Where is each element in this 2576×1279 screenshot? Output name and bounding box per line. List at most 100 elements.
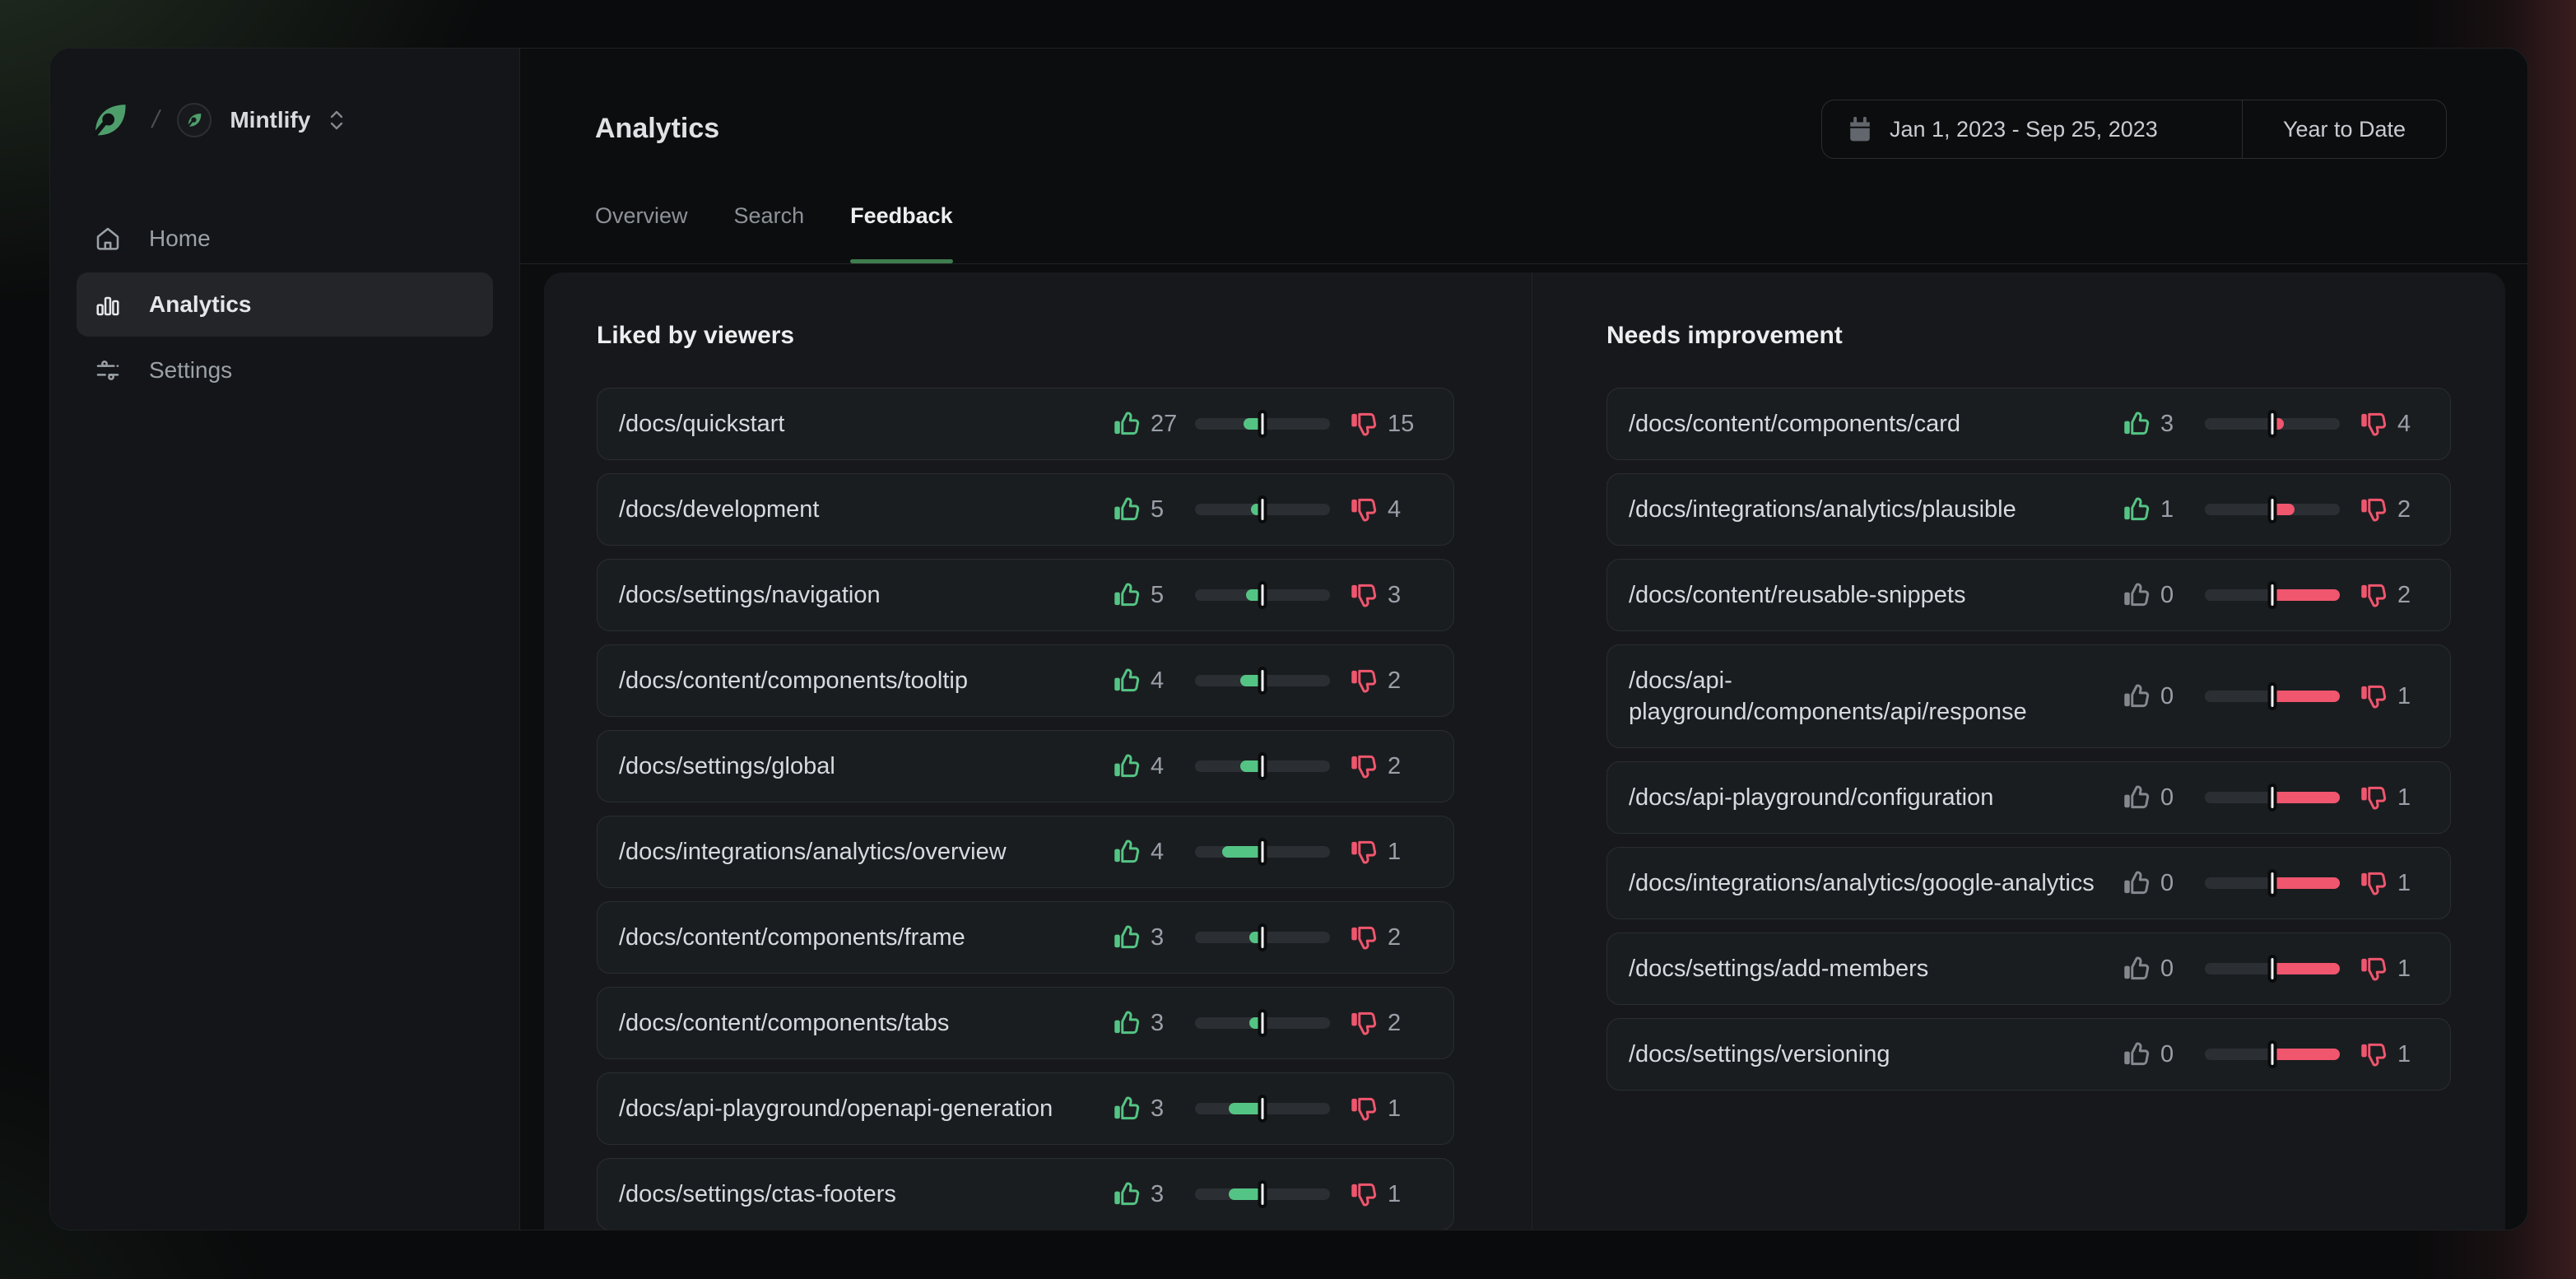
feedback-metrics: 4 2 [1113, 752, 1412, 780]
feedback-ratio-slider [1195, 760, 1330, 772]
tab-overview[interactable]: Overview [595, 203, 688, 263]
thumbs-up-icon [2123, 495, 2151, 523]
dislike-count: 2 [1388, 667, 1412, 695]
bar-chart-icon [95, 291, 121, 318]
feedback-ratio-slider [2205, 418, 2340, 430]
feedback-row: /docs/integrations/analytics/plausible 1… [1607, 473, 2451, 546]
workspace-switcher[interactable]: Mintlify [177, 103, 345, 137]
thumbs-up-icon [1113, 1095, 1141, 1123]
thumbs-down-icon [1350, 1009, 1378, 1037]
chevron-up-down-icon [328, 109, 345, 132]
date-range-label: Jan 1, 2023 - Sep 25, 2023 [1890, 117, 2158, 142]
feedback-ratio-slider [1195, 675, 1330, 686]
feedback-row: /docs/api-playground/openapi-generation … [597, 1072, 1454, 1145]
workspace-breadcrumb: / Mintlify [77, 95, 493, 146]
mintlify-logo-icon[interactable] [88, 99, 131, 142]
doc-path: /docs/quickstart [619, 408, 1113, 440]
dislike-count: 2 [1388, 1010, 1412, 1037]
dislike-count: 2 [2397, 582, 2422, 609]
ratio-handle [1258, 667, 1267, 695]
feedback-panel: Liked by viewers /docs/quickstart 27 [544, 272, 2505, 1230]
thumbs-down-icon [2360, 869, 2388, 897]
thumbs-down-icon [1350, 838, 1378, 866]
like-count: 27 [1151, 411, 1195, 438]
doc-path: /docs/api-playground/configuration [1629, 782, 2123, 813]
like-count: 5 [1151, 582, 1195, 609]
feedback-ratio-slider [2205, 691, 2340, 702]
ratio-fill [2272, 792, 2340, 803]
ratio-handle [1258, 495, 1267, 523]
doc-path: /docs/content/components/card [1629, 408, 2123, 440]
feedback-metrics: 0 1 [2123, 869, 2422, 897]
liked-column: Liked by viewers /docs/quickstart 27 [544, 272, 1532, 1230]
ratio-handle [2268, 869, 2277, 897]
doc-path: /docs/settings/navigation [619, 579, 1113, 611]
like-count: 0 [2160, 1041, 2205, 1068]
thumbs-up-icon [1113, 923, 1141, 951]
feedback-metrics: 3 1 [1113, 1180, 1412, 1208]
feedback-metrics: 27 15 [1113, 410, 1414, 438]
tab-search[interactable]: Search [734, 203, 805, 263]
thumbs-up-icon [1113, 752, 1141, 780]
date-range-button[interactable]: Jan 1, 2023 - Sep 25, 2023 [1822, 100, 2242, 158]
doc-path: /docs/api-playground/components/api/resp… [1629, 665, 2123, 728]
thumbs-down-icon [2360, 495, 2388, 523]
doc-path: /docs/development [619, 494, 1113, 525]
like-count: 3 [1151, 1010, 1195, 1037]
sidebar-item-home[interactable]: Home [77, 207, 493, 271]
feedback-row: /docs/settings/add-members 0 1 [1607, 933, 2451, 1005]
doc-path: /docs/content/components/tooltip [619, 665, 1113, 696]
feedback-row: /docs/api-playground/components/api/resp… [1607, 644, 2451, 748]
doc-path: /docs/integrations/analytics/overview [619, 836, 1113, 867]
doc-path: /docs/api-playground/openapi-generation [619, 1093, 1113, 1124]
ratio-fill [2272, 589, 2340, 601]
dislike-count: 1 [2397, 870, 2422, 897]
ratio-fill [2272, 877, 2340, 889]
dislike-count: 1 [1388, 1095, 1412, 1123]
feedback-row: /docs/content/reusable-snippets 0 2 [1607, 559, 2451, 631]
thumbs-down-icon [2360, 581, 2388, 609]
doc-path: /docs/settings/versioning [1629, 1039, 2123, 1070]
ratio-handle [2268, 581, 2277, 609]
thumbs-down-icon [1350, 667, 1378, 695]
tab-feedback[interactable]: Feedback [850, 203, 953, 263]
doc-path: /docs/settings/ctas-footers [619, 1179, 1113, 1210]
feedback-ratio-slider [2205, 589, 2340, 601]
thumbs-down-icon [2360, 682, 2388, 710]
thumbs-up-icon [1113, 410, 1141, 438]
ratio-handle [1258, 1009, 1267, 1037]
like-count: 0 [2160, 683, 2205, 710]
ratio-handle [2268, 955, 2277, 983]
thumbs-up-icon [1113, 1180, 1141, 1208]
ratio-handle [1258, 838, 1267, 866]
ratio-fill [1222, 846, 1262, 858]
dislike-count: 2 [2397, 496, 2422, 523]
thumbs-down-icon [1350, 410, 1378, 438]
dislike-count: 1 [2397, 683, 2422, 710]
ratio-handle [2268, 410, 2277, 438]
dislike-count: 1 [2397, 784, 2422, 812]
feedback-row: /docs/development 5 4 [597, 473, 1454, 546]
sidebar-item-analytics[interactable]: Analytics [77, 272, 493, 337]
dislike-count: 3 [1388, 582, 1412, 609]
date-preset-button[interactable]: Year to Date [2242, 100, 2446, 158]
main-content: Analytics Overview Search Feedback [520, 49, 2527, 1230]
feedback-ratio-slider [1195, 846, 1330, 858]
ratio-handle [2268, 495, 2277, 523]
feedback-metrics: 0 1 [2123, 955, 2422, 983]
needs-improvement-column: Needs improvement /docs/content/componen… [1532, 272, 2505, 1230]
feedback-row: /docs/content/components/card 3 4 [1607, 388, 2451, 460]
home-icon [95, 226, 121, 252]
dislike-count: 1 [2397, 1041, 2422, 1068]
section-title-needs-improvement: Needs improvement [1607, 322, 2451, 350]
like-count: 4 [1151, 667, 1195, 695]
like-count: 3 [2160, 411, 2205, 438]
like-count: 5 [1151, 496, 1195, 523]
like-count: 3 [1151, 1095, 1195, 1123]
sidebar-item-settings[interactable]: Settings [77, 338, 493, 402]
ratio-fill [2272, 1049, 2340, 1060]
feedback-ratio-slider [1195, 1017, 1330, 1029]
feedback-metrics: 3 1 [1113, 1095, 1412, 1123]
ratio-handle [2268, 784, 2277, 812]
feedback-ratio-slider [2205, 877, 2340, 889]
